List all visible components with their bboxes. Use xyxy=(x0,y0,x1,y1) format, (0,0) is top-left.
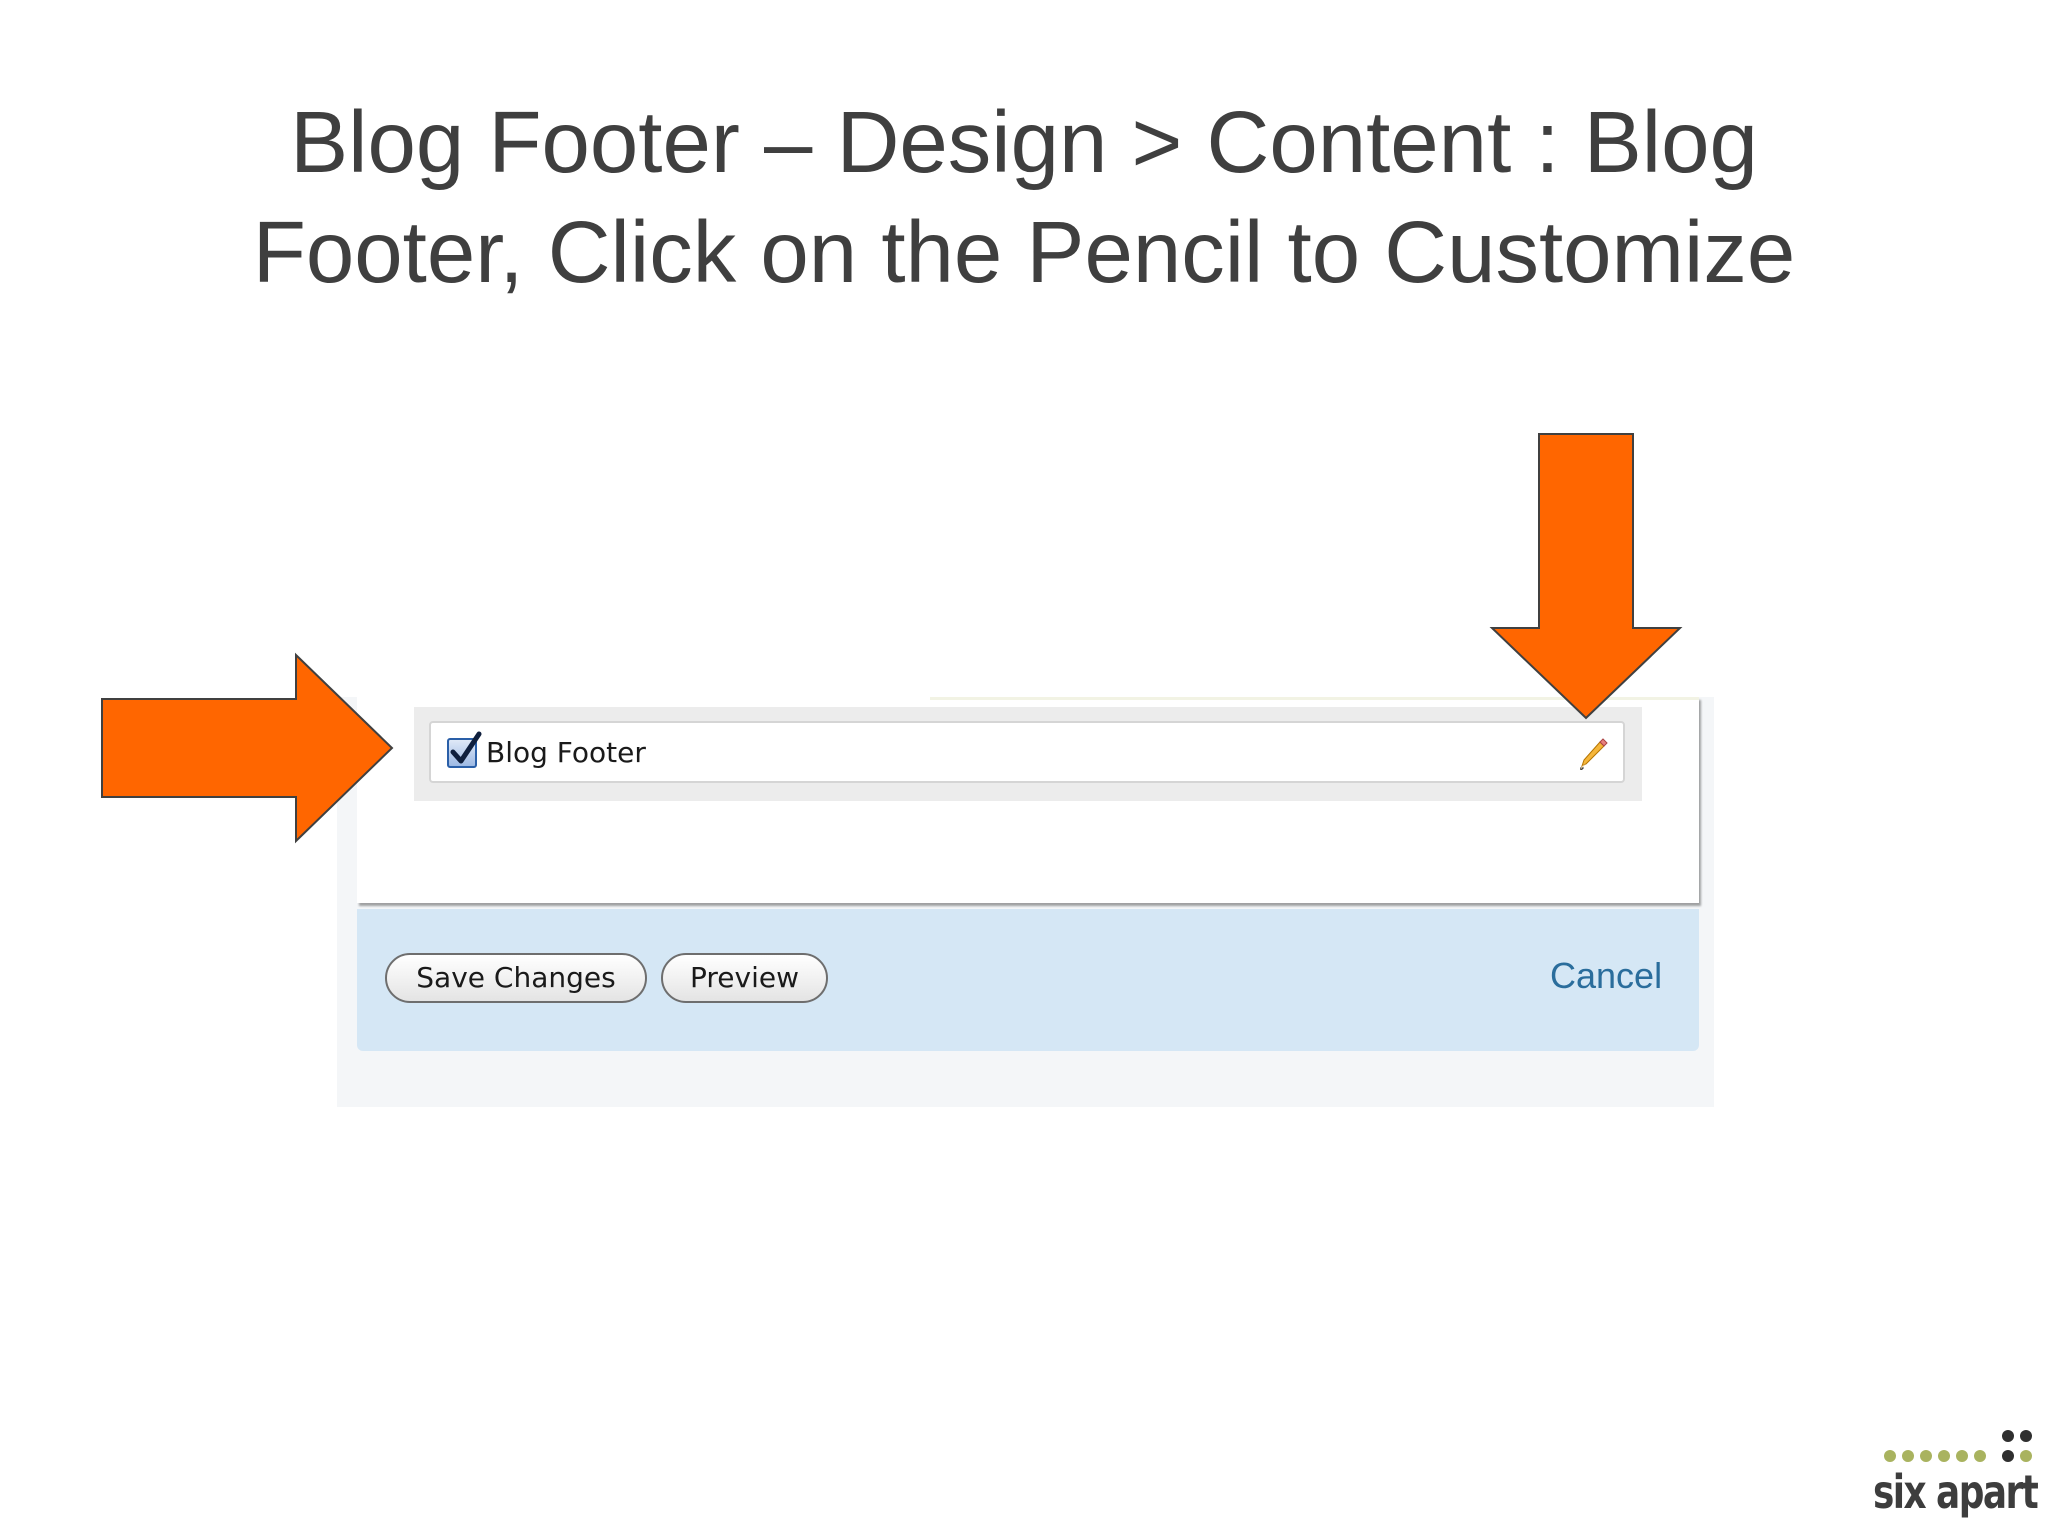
right-arrow-icon xyxy=(101,652,394,844)
slide-title-line-2: Footer, Click on the Pencil to Customize xyxy=(252,204,1796,301)
slide: Blog Footer – Design > Content : Blog Fo… xyxy=(0,0,2048,1536)
cancel-link[interactable]: Cancel xyxy=(1550,954,1662,998)
six-apart-logo: six apart xyxy=(1868,1428,2039,1519)
pencil-icon[interactable] xyxy=(1578,738,1612,772)
widget-label: Blog Footer xyxy=(486,736,646,769)
checkmark-icon xyxy=(450,731,482,764)
down-arrow-icon xyxy=(1489,433,1683,720)
blog-footer-checkbox[interactable] xyxy=(447,731,482,768)
slide-title: Blog Footer – Design > Content : Blog Fo… xyxy=(120,88,1928,308)
logo-wordmark: six apart xyxy=(1873,1465,2039,1519)
save-changes-button[interactable]: Save Changes xyxy=(385,953,647,1003)
preview-button[interactable]: Preview xyxy=(661,953,828,1003)
slide-title-line-1: Blog Footer – Design > Content : Blog xyxy=(290,94,1758,191)
